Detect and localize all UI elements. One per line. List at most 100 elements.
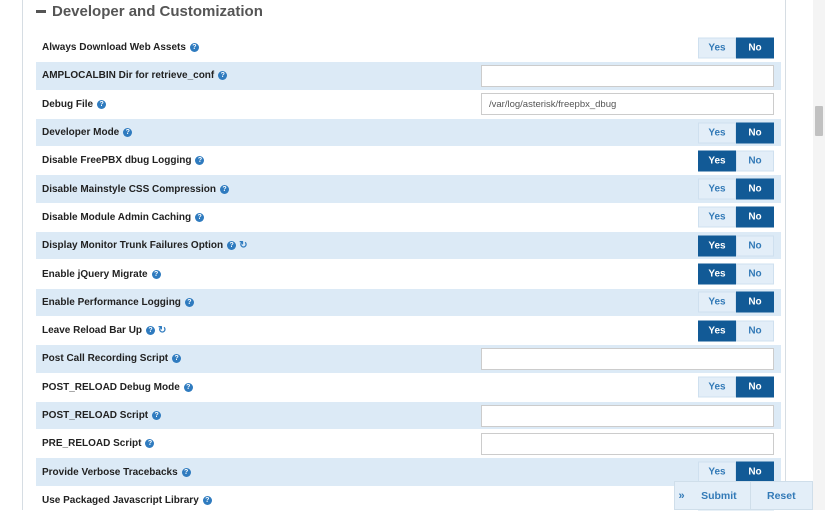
setting-label-wrap: Enable Performance Logging?: [36, 297, 194, 308]
toggle-no-button[interactable]: No: [736, 376, 774, 398]
setting-label: PRE_RELOAD Script: [42, 438, 142, 450]
setting-label: Always Download Web Assets: [42, 42, 186, 54]
yes-no-toggle: YesNo: [698, 206, 774, 228]
setting-text-input[interactable]: [481, 64, 774, 87]
help-icon[interactable]: ?: [219, 184, 229, 194]
setting-label: POST_RELOAD Debug Mode: [42, 381, 180, 393]
help-icon[interactable]: ?: [195, 156, 205, 166]
setting-row: Use Packaged Javascript Library?YesNo: [36, 487, 781, 515]
help-icon[interactable]: ?: [195, 212, 205, 222]
expand-arrow-icon[interactable]: »: [675, 490, 688, 502]
setting-label-wrap: POST_RELOAD Script?: [36, 410, 162, 421]
toggle-yes-button[interactable]: Yes: [698, 150, 736, 172]
setting-text-input[interactable]: [481, 347, 774, 370]
toggle-yes-button[interactable]: Yes: [698, 206, 736, 228]
help-icon[interactable]: ?: [227, 241, 237, 251]
setting-label: Enable Performance Logging: [42, 296, 181, 308]
settings-list: Always Download Web Assets? Yes No AMPLOCAL…: [36, 34, 781, 515]
help-icon[interactable]: ?: [146, 326, 156, 336]
toggle-yes-button[interactable]: Yes: [698, 263, 736, 285]
setting-label-wrap: Disable FreePBX dbug Logging?: [36, 155, 205, 167]
toggle-no-button[interactable]: No: [736, 320, 774, 342]
setting-label-wrap: PRE_RELOAD Script?: [36, 438, 155, 450]
setting-label: Developer Mode: [42, 127, 120, 139]
help-icon[interactable]: ?: [152, 411, 162, 420]
toggle-no-button[interactable]: No: [736, 461, 774, 483]
scrollbar-thumb[interactable]: [815, 106, 823, 136]
setting-row: Display Monitor Trunk Failures Option? ↻ Y…: [36, 232, 781, 261]
submit-button[interactable]: Submit: [688, 482, 751, 509]
setting-row: Provide Verbose Tracebacks? Yes No: [36, 458, 781, 487]
toggle-no-button[interactable]: No: [736, 122, 774, 144]
toggle-no-button[interactable]: No: [736, 150, 774, 172]
yes-no-toggle: YesNo: [698, 235, 774, 257]
setting-label-wrap: Display Monitor Trunk Failures Option? ↻: [36, 240, 248, 251]
toggle-yes-button[interactable]: Yes: [698, 37, 736, 59]
help-icon[interactable]: ?: [123, 128, 133, 138]
toggle-no-button[interactable]: No: [736, 178, 774, 200]
collapse-minus-icon[interactable]: [36, 9, 46, 13]
yes-no-toggle: YesNo: [698, 263, 774, 285]
help-icon[interactable]: ?: [218, 71, 228, 81]
help-icon[interactable]: ?: [202, 495, 212, 505]
help-icon[interactable]: ?: [145, 439, 155, 449]
toggle-no-button[interactable]: No: [736, 206, 774, 228]
setting-row: Post Call Recording Script?: [36, 345, 781, 374]
yes-no-toggle: YesNo: [698, 461, 774, 483]
help-icon[interactable]: ?: [97, 99, 107, 109]
help-icon[interactable]: ?: [184, 297, 194, 307]
setting-label-wrap: Use Packaged Javascript Library?: [36, 495, 212, 506]
setting-label: Disable Mainstyle CSS Compression: [42, 183, 216, 195]
help-icon[interactable]: ?: [151, 269, 161, 279]
toggle-no-button[interactable]: No: [736, 235, 774, 257]
setting-row: Always Download Web Assets? Yes No: [36, 34, 781, 63]
setting-label: Disable FreePBX dbug Logging: [42, 155, 192, 167]
setting-label-wrap: AMPLOCALBIN Dir for retrieve_conf?: [36, 70, 228, 82]
refresh-icon: ↻: [239, 239, 248, 251]
setting-row: Enable Performance Logging? Yes No: [36, 288, 781, 317]
toggle-yes-button[interactable]: Yes: [698, 291, 736, 313]
setting-label: Post Call Recording Script: [42, 353, 169, 365]
setting-label: Enable jQuery Migrate: [42, 268, 148, 280]
setting-text-input[interactable]: /var/log/asterisk/freepbx_dbug: [481, 93, 774, 116]
help-icon[interactable]: ?: [183, 382, 193, 392]
setting-label: Leave Reload Bar Up: [42, 325, 143, 337]
yes-no-toggle: YesNo: [698, 320, 774, 342]
yes-no-toggle: YesNo: [698, 37, 774, 59]
setting-row: AMPLOCALBIN Dir for retrieve_conf?: [36, 62, 781, 91]
section-header[interactable]: Developer and Customization: [36, 0, 263, 22]
setting-label: AMPLOCALBIN Dir for retrieve_conf: [42, 70, 215, 82]
yes-no-toggle: YesNo: [698, 291, 774, 313]
help-icon[interactable]: ?: [172, 354, 182, 364]
help-icon[interactable]: ?: [189, 43, 199, 53]
toggle-yes-button[interactable]: Yes: [698, 122, 736, 144]
setting-label-wrap: Debug File?: [36, 99, 107, 110]
setting-label: Disable Module Admin Caching: [42, 211, 192, 223]
setting-row: Enable jQuery Migrate? Yes No: [36, 260, 781, 289]
reset-button[interactable]: Reset: [751, 482, 812, 509]
setting-label: Use Packaged Javascript Library: [42, 494, 199, 506]
toggle-yes-button[interactable]: Yes: [698, 178, 736, 200]
toggle-yes-button[interactable]: Yes: [698, 320, 736, 342]
toggle-no-button[interactable]: No: [736, 263, 774, 285]
setting-label-wrap: Disable Mainstyle CSS Compression?: [36, 184, 229, 195]
setting-row: Disable Module Admin Caching? Yes No: [36, 204, 781, 233]
scrollbar-track[interactable]: [813, 0, 825, 510]
setting-text-input[interactable]: [481, 432, 774, 455]
yes-no-toggle: YesNo: [698, 178, 774, 200]
setting-row: Disable Mainstyle CSS Compression? Yes No: [36, 175, 781, 204]
toggle-no-button[interactable]: No: [736, 291, 774, 313]
setting-label: Provide Verbose Tracebacks: [42, 466, 178, 478]
toggle-yes-button[interactable]: Yes: [698, 376, 736, 398]
setting-label-wrap: Developer Mode?: [36, 127, 133, 139]
setting-row: PRE_RELOAD Script?: [36, 430, 781, 459]
toggle-yes-button[interactable]: Yes: [698, 461, 736, 483]
help-icon[interactable]: ?: [181, 467, 191, 477]
setting-label: POST_RELOAD Script: [42, 410, 149, 421]
setting-text-input[interactable]: [481, 404, 774, 427]
setting-row: POST_RELOAD Script?: [36, 401, 781, 431]
toggle-yes-button[interactable]: Yes: [698, 235, 736, 257]
page-left-border: [22, 0, 23, 510]
setting-label-wrap: Enable jQuery Migrate?: [36, 269, 161, 280]
toggle-no-button[interactable]: No: [736, 37, 774, 59]
